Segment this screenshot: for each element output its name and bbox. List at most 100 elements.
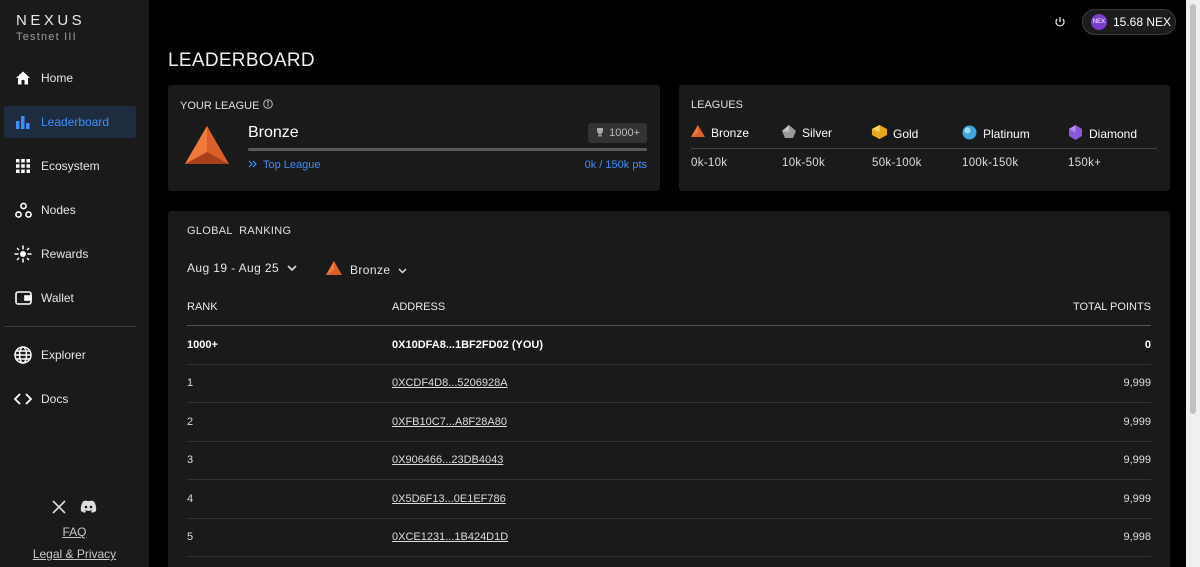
points-cell: 9,999 xyxy=(1123,454,1151,467)
chevron-down-icon xyxy=(287,261,297,275)
sidebar: NEXUS Testnet III Home Leaderboard Ecosy… xyxy=(0,0,149,567)
gold-icon xyxy=(872,125,887,142)
globe-icon xyxy=(14,346,32,364)
sparkle-icon xyxy=(14,245,32,263)
x-twitter-icon[interactable] xyxy=(52,500,66,519)
league-range-diamond: 150k+ xyxy=(1068,157,1102,169)
league-name: Platinum xyxy=(983,127,1030,141)
sidebar-item-nodes[interactable]: Nodes xyxy=(4,194,136,226)
your-league-title-row: YOUR LEAGUE xyxy=(180,99,274,112)
legal-privacy-link[interactable]: Legal & Privacy xyxy=(0,547,149,561)
sidebar-item-label: Leaderboard xyxy=(41,115,110,129)
brand[interactable]: NEXUS Testnet III xyxy=(16,12,85,43)
nex-token-icon: NEX xyxy=(1091,14,1107,30)
address-link[interactable]: 0X906466...23DB4043 xyxy=(392,454,503,466)
rank-cell: 1 xyxy=(187,377,194,390)
sidebar-item-label: Home xyxy=(41,71,74,85)
table-header: RANK ADDRESS TOTAL POINTS xyxy=(187,289,1151,326)
league-name: Diamond xyxy=(1089,127,1138,141)
wallet-icon xyxy=(14,289,32,307)
table-row-you: 1000+ 0X10DFA8...1BF2FD02 (YOU) 0 xyxy=(187,326,1151,365)
bronze-league-icon xyxy=(326,261,342,278)
sidebar-item-label: Docs xyxy=(41,392,69,406)
column-address: ADDRESS xyxy=(392,301,446,313)
table-row: 3 0X906466...23DB4043 9,999 xyxy=(187,442,1151,480)
home-icon xyxy=(14,69,32,87)
sidebar-item-label: Nodes xyxy=(41,203,76,217)
bronze-league-icon xyxy=(184,125,230,170)
sidebar-item-explorer[interactable]: Explorer xyxy=(4,339,136,371)
table-row: 5 0XCE1231...1B424D1D 9,998 xyxy=(187,519,1151,557)
points-cell: 9,998 xyxy=(1123,531,1151,544)
page-title: LEADERBOARD xyxy=(168,50,315,71)
points-cell: 9,999 xyxy=(1123,492,1151,505)
table-row: 4 0X5D6F13...0E1EF786 9,999 xyxy=(187,480,1151,519)
social-links xyxy=(0,500,149,519)
address-cell: 0X10DFA8...1BF2FD02 (YOU) xyxy=(392,338,543,351)
sidebar-item-label: Wallet xyxy=(41,291,74,305)
league-platinum: Platinum xyxy=(962,125,1030,143)
wallet-balance-button[interactable]: NEX 15.68 NEX xyxy=(1082,9,1176,35)
power-icon[interactable] xyxy=(1052,14,1068,30)
league-name: Gold xyxy=(893,126,919,141)
bar-chart-icon xyxy=(14,113,32,131)
sidebar-footer: FAQ Legal & Privacy xyxy=(0,500,149,567)
league-filter-value: Bronze xyxy=(350,262,391,277)
chevron-down-icon xyxy=(398,263,407,277)
discord-icon[interactable] xyxy=(80,500,97,519)
your-league-title: YOUR LEAGUE xyxy=(180,99,260,112)
leagues-card: LEAGUES Bronze Silver Gold Platinum Diam… xyxy=(679,85,1170,191)
scrollbar-thumb[interactable] xyxy=(1190,4,1196,414)
leagues-header: Bronze Silver Gold Platinum Diamond xyxy=(691,125,1157,149)
faq-link[interactable]: FAQ xyxy=(0,525,149,539)
points-cell: 9,999 xyxy=(1123,377,1151,390)
sidebar-divider xyxy=(4,326,136,327)
top-league-label: Top League xyxy=(263,159,321,171)
page-scrollbar[interactable] xyxy=(1186,0,1200,567)
points-cell: 9,999 xyxy=(1123,415,1151,428)
league-range-bronze: 0k-10k xyxy=(691,157,728,169)
sidebar-item-ecosystem[interactable]: Ecosystem xyxy=(4,150,136,182)
global-ranking-card: GLOBAL RANKING Aug 19 - Aug 25 Bronze RA… xyxy=(168,211,1170,567)
sidebar-item-docs[interactable]: Docs xyxy=(4,383,136,415)
sidebar-item-rewards[interactable]: Rewards xyxy=(4,238,136,270)
league-filter-dropdown[interactable]: Bronze xyxy=(326,261,407,278)
league-name: Bronze xyxy=(711,125,750,140)
rank-cell: 2 xyxy=(187,415,194,428)
brand-name: NEXUS xyxy=(16,12,86,29)
address-link[interactable]: 0XCE1231...1B424D1D xyxy=(392,531,508,543)
nodes-icon xyxy=(14,201,32,219)
double-chevron-right-icon xyxy=(248,159,257,171)
bronze-icon xyxy=(691,125,705,140)
rank-badge: 1000+ xyxy=(588,123,647,143)
date-range-dropdown[interactable]: Aug 19 - Aug 25 xyxy=(187,261,297,275)
silver-icon xyxy=(782,125,796,141)
sidebar-item-label: Rewards xyxy=(41,247,89,261)
sidebar-item-leaderboard[interactable]: Leaderboard xyxy=(4,106,136,138)
balance-amount: 15.68 NEX xyxy=(1113,15,1172,29)
league-gold: Gold xyxy=(872,125,918,142)
date-range-value: Aug 19 - Aug 25 xyxy=(187,261,280,275)
diamond-icon xyxy=(1068,125,1083,143)
address-link[interactable]: 0XFB10C7...A8F28A80 xyxy=(392,416,507,428)
ranking-table: RANK ADDRESS TOTAL POINTS 1000+ 0X10DFA8… xyxy=(187,289,1151,557)
league-range-silver: 10k-50k xyxy=(782,157,826,169)
table-row: 1 0XCDF4D8...5206928A 9,999 xyxy=(187,365,1151,403)
address-link[interactable]: 0XCDF4D8...5206928A xyxy=(392,377,508,389)
sidebar-item-label: Explorer xyxy=(41,348,86,362)
leagues-title: LEAGUES xyxy=(691,99,743,111)
league-range-platinum: 100k-150k xyxy=(962,157,1019,169)
rank-cell: 4 xyxy=(187,492,194,505)
league-name: Silver xyxy=(802,126,833,140)
sidebar-item-wallet[interactable]: Wallet xyxy=(4,282,136,314)
rank-cell: 3 xyxy=(187,454,194,467)
table-row: 2 0XFB10C7...A8F28A80 9,999 xyxy=(187,403,1151,442)
top-league-link[interactable]: Top League xyxy=(248,159,321,171)
league-progress-bar xyxy=(248,148,647,151)
league-points: 0k / 150k pts xyxy=(584,159,647,171)
your-league-card: YOUR LEAGUE Bronze 1000+ Top League 0k /… xyxy=(168,85,660,191)
info-icon[interactable] xyxy=(263,99,274,112)
address-link[interactable]: 0X5D6F13...0E1EF786 xyxy=(392,493,506,505)
sidebar-item-home[interactable]: Home xyxy=(4,62,136,94)
sidebar-item-label: Ecosystem xyxy=(41,159,100,173)
